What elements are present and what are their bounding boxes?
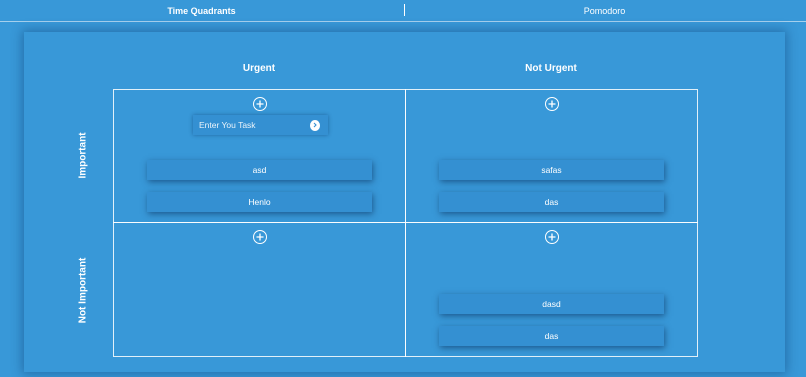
tab-divider <box>404 4 405 16</box>
task-card[interactable]: dasd <box>439 294 664 314</box>
task-card[interactable]: asd <box>147 160 372 180</box>
plus-icon <box>548 100 555 108</box>
top-navigation: Time Quadrants Pomodoro <box>0 0 806 22</box>
row-header-not-important-label: Not Important <box>77 257 89 323</box>
add-task-button[interactable] <box>252 97 267 111</box>
chevron-right-icon <box>313 122 317 128</box>
task-card[interactable]: das <box>439 192 664 212</box>
row-header-not-important: Not Important <box>76 223 90 357</box>
add-task-button[interactable] <box>544 97 559 111</box>
tab-time-quadrants[interactable]: Time Quadrants <box>0 0 403 22</box>
plus-icon <box>256 100 263 108</box>
task-card[interactable]: Henlo <box>147 192 372 212</box>
quadrant-urgent-important: asd Henlo <box>113 89 406 223</box>
row-header-important-label: Important <box>77 132 89 179</box>
column-header-not-urgent: Not Urgent <box>525 63 577 74</box>
add-task-button[interactable] <box>252 230 267 244</box>
task-input[interactable] <box>193 115 310 135</box>
plus-icon <box>256 233 263 241</box>
row-header-important: Important <box>76 89 90 222</box>
task-card[interactable]: das <box>439 326 664 346</box>
plus-icon <box>548 233 555 241</box>
quadrant-not-urgent-important: safas das <box>405 89 698 223</box>
quadrant-not-urgent-not-important: dasd das <box>405 222 698 357</box>
column-header-urgent: Urgent <box>242 63 276 74</box>
task-input-container <box>193 115 328 135</box>
quadrant-urgent-not-important <box>113 222 406 357</box>
submit-task-button[interactable] <box>310 119 320 131</box>
tab-pomodoro[interactable]: Pomodoro <box>403 0 806 22</box>
add-task-button[interactable] <box>544 230 559 244</box>
task-card[interactable]: safas <box>439 160 664 180</box>
